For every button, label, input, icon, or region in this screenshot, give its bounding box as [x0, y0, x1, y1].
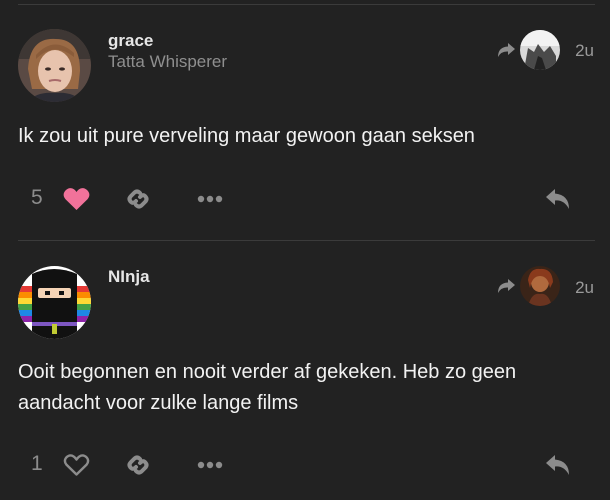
reply-to-avatar[interactable]: [520, 30, 560, 70]
reply-button[interactable]: [541, 182, 575, 216]
like-count[interactable]: 1: [31, 452, 43, 476]
more-options-button[interactable]: [193, 182, 227, 216]
post-date[interactable]: 2u: [575, 278, 594, 298]
heart-outline-icon: [63, 454, 89, 476]
post-body: Ik zou uit pure verveling maar gewoon ga…: [18, 125, 475, 147]
post-actions: 1: [0, 446, 610, 486]
post-body: Ooit begonnen en nooit verder af gekeken…: [18, 361, 517, 414]
heart-filled-icon: [63, 188, 89, 210]
copy-link-button[interactable]: [121, 448, 155, 482]
avatar-grace[interactable]: [18, 29, 91, 102]
like-button[interactable]: [59, 182, 93, 216]
ellipsis-icon: [197, 195, 223, 203]
copy-link-button[interactable]: [121, 182, 155, 216]
ellipsis-icon: [197, 461, 223, 469]
like-button[interactable]: [59, 448, 93, 482]
post-date[interactable]: 2u: [575, 41, 594, 61]
post-divider: [18, 240, 595, 241]
like-count[interactable]: 5: [31, 186, 43, 210]
reply-to-indicator[interactable]: [496, 30, 560, 70]
user-title: Tatta Whisperer: [108, 52, 228, 71]
reply-button[interactable]: [541, 448, 575, 482]
reply-to-indicator[interactable]: [496, 266, 560, 306]
share-arrow-icon: [498, 279, 515, 293]
username[interactable]: NInja: [108, 267, 150, 287]
link-icon: [127, 189, 149, 209]
reply-icon: [546, 455, 569, 475]
more-options-button[interactable]: [193, 448, 227, 482]
post-actions: 5: [0, 180, 610, 220]
username[interactable]: grace: [108, 31, 153, 51]
top-divider: [18, 4, 595, 5]
link-icon: [127, 455, 149, 475]
avatar-ninja[interactable]: [18, 266, 91, 339]
reply-icon: [546, 189, 569, 209]
reply-to-avatar[interactable]: [520, 266, 560, 306]
share-arrow-icon: [498, 43, 515, 57]
